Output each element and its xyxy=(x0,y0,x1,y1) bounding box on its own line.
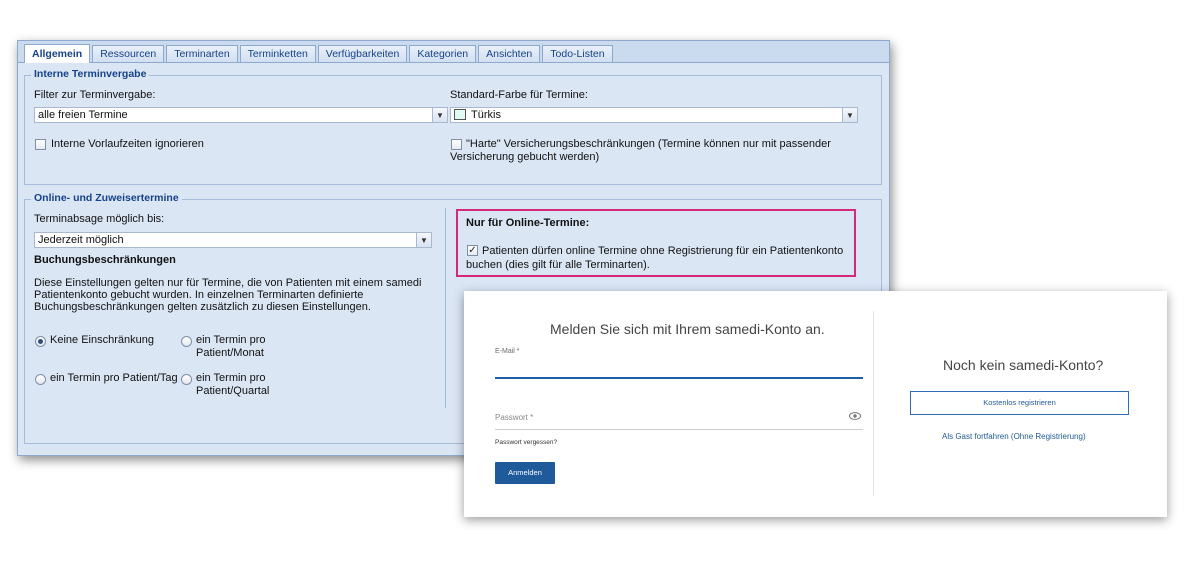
radio-per-quarter-label: ein Termin pro Patient/Quartal xyxy=(196,372,269,398)
forgot-password-link[interactable]: Passwort vergessen? xyxy=(495,439,557,446)
chevron-down-icon[interactable]: ▼ xyxy=(842,107,858,123)
hard-insurance-line2: Versicherung gebucht werden) xyxy=(450,151,600,163)
per-quarter-line1: ein Termin pro xyxy=(196,372,266,384)
restrictions-line2: Patientenkonto gebucht wurden. In einzel… xyxy=(34,289,364,301)
register-button[interactable]: Kostenlos registrieren xyxy=(910,391,1129,415)
radio-per-month[interactable] xyxy=(181,336,192,347)
login-divider xyxy=(873,311,874,495)
password-field[interactable] xyxy=(495,429,863,430)
eye-icon[interactable] xyxy=(849,412,861,420)
per-month-line1: ein Termin pro xyxy=(196,334,266,346)
cancel-select[interactable]: Jederzeit möglich ▼ xyxy=(34,232,432,248)
login-button[interactable]: Anmelden xyxy=(495,462,555,484)
tab-terminketten[interactable]: Terminketten xyxy=(239,45,316,62)
color-label: Standard-Farbe für Termine: xyxy=(450,89,588,101)
internal-booking-group: Interne Terminvergabe Filter zur Terminv… xyxy=(24,68,882,185)
online-booking-legend: Online- und Zuweisertermine xyxy=(31,192,182,204)
tab-allgemein[interactable]: Allgemein xyxy=(24,44,91,63)
online-only-title: Nur für Online-Termine: xyxy=(466,217,590,229)
restrictions-line3: Buchungsbeschränkungen gelten zusätzlich… xyxy=(34,301,371,313)
radio-per-month-label: ein Termin pro Patient/Monat xyxy=(196,334,266,360)
email-label: E-Mail * xyxy=(495,348,520,355)
radio-no-restriction-label: Keine Einschränkung xyxy=(50,334,154,346)
hard-insurance-line1: "Harte" Versicherungsbeschränkungen (Ter… xyxy=(466,138,831,150)
login-card: Melden Sie sich mit Ihrem samedi-Konto a… xyxy=(464,291,1167,517)
tab-ressourcen[interactable]: Ressourcen xyxy=(92,45,165,62)
column-divider xyxy=(445,208,446,408)
cancel-label: Terminabsage möglich bis: xyxy=(34,213,165,225)
radio-per-quarter[interactable] xyxy=(181,374,192,385)
no-registration-line2: buchen (dies gilt für alle Terminarten). xyxy=(466,259,650,271)
per-quarter-line2: Patient/Quartal xyxy=(196,385,270,397)
login-title: Melden Sie sich mit Ihrem samedi-Konto a… xyxy=(550,321,825,337)
ignore-lead-checkbox[interactable] xyxy=(35,139,46,150)
internal-booking-legend: Interne Terminvergabe xyxy=(31,68,150,80)
radio-per-day-label: ein Termin pro Patient/Tag xyxy=(50,372,178,384)
ignore-lead-label: Interne Vorlaufzeiten ignorieren xyxy=(51,138,204,150)
no-account-title: Noch kein samedi-Konto? xyxy=(943,357,1104,373)
hard-insurance-label: "Harte" Versicherungsbeschränkungen (Ter… xyxy=(450,138,870,164)
filter-value: alle freien Termine xyxy=(38,109,128,121)
no-registration-label: Patienten dürfen online Termine ohne Reg… xyxy=(466,244,851,272)
color-value: Türkis xyxy=(471,109,501,121)
color-select[interactable]: Türkis ▼ xyxy=(450,107,858,123)
restrictions-heading: Buchungsbeschränkungen xyxy=(34,254,176,266)
radio-no-restriction[interactable] xyxy=(35,336,46,347)
no-registration-line1: Patienten dürfen online Termine ohne Reg… xyxy=(482,245,844,257)
tab-ansichten[interactable]: Ansichten xyxy=(478,45,541,62)
tab-kategorien[interactable]: Kategorien xyxy=(409,45,477,62)
email-field[interactable] xyxy=(495,377,863,379)
radio-per-day[interactable] xyxy=(35,374,46,385)
tab-todo-listen[interactable]: Todo-Listen xyxy=(542,45,613,62)
cancel-value: Jederzeit möglich xyxy=(38,234,124,246)
tab-bar: Allgemein Ressourcen Terminarten Termink… xyxy=(18,41,889,63)
password-label: Passwort * xyxy=(495,413,534,422)
restrictions-line1: Diese Einstellungen gelten nur für Termi… xyxy=(34,277,422,289)
tab-verfuegbarkeiten[interactable]: Verfügbarkeiten xyxy=(317,45,408,62)
online-only-highlight: Nur für Online-Termine: ✓ Patienten dürf… xyxy=(456,209,856,277)
chevron-down-icon[interactable]: ▼ xyxy=(432,107,448,123)
tab-terminarten[interactable]: Terminarten xyxy=(166,45,238,62)
guest-link[interactable]: Als Gast fortfahren (Ohne Registrierung) xyxy=(942,432,1086,441)
restrictions-text: Diese Einstellungen gelten nur für Termi… xyxy=(34,277,434,313)
chevron-down-icon[interactable]: ▼ xyxy=(416,232,432,248)
filter-label: Filter zur Terminvergabe: xyxy=(34,89,156,101)
color-swatch xyxy=(454,109,466,120)
per-month-line2: Patient/Monat xyxy=(196,347,264,359)
filter-select[interactable]: alle freien Termine ▼ xyxy=(34,107,448,123)
